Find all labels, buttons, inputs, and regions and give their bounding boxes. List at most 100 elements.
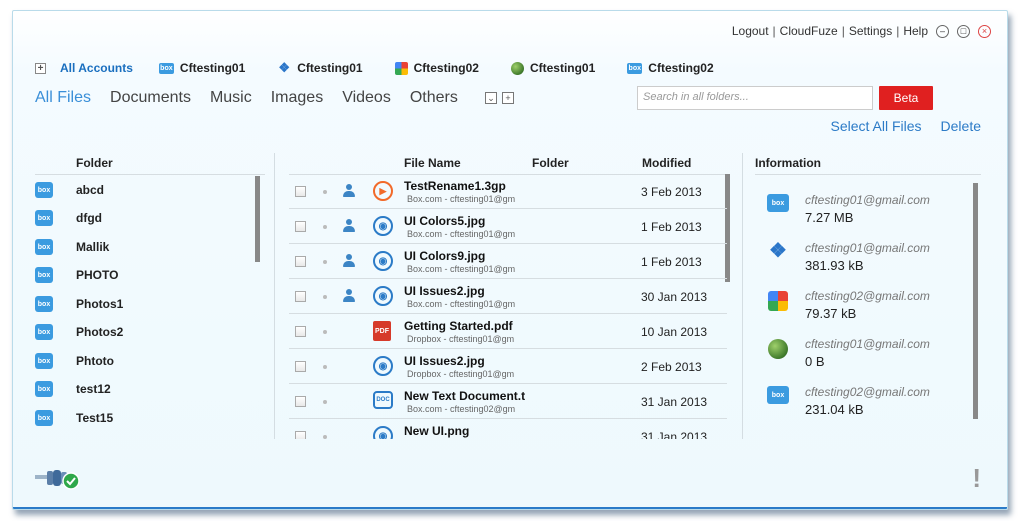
file-checkbox[interactable] xyxy=(295,256,306,267)
folder-item[interactable]: box Phtoto xyxy=(35,347,114,375)
file-row[interactable]: DOC New Text Document.t Box.com - cftest… xyxy=(289,384,727,419)
account-tab-globe[interactable]: Cftesting01 xyxy=(510,61,595,75)
folder-item[interactable]: box Photos2 xyxy=(35,318,123,346)
box-icon: box xyxy=(35,353,53,369)
file-row[interactable]: ◉ UI Issues2.jpg Box.com - cftesting01@g… xyxy=(289,279,727,314)
file-source: Box.com - cftesting01@gm xyxy=(407,264,516,274)
folder-name: Mallik xyxy=(76,240,110,254)
file-name: UI Issues2.jpg xyxy=(404,354,485,368)
status-dot-icon xyxy=(323,190,327,194)
file-row[interactable]: ◉ New UI.png 31 Jan 2013 xyxy=(289,419,727,439)
maximize-icon[interactable]: □ xyxy=(957,24,970,38)
account-tab-box[interactable]: box Cftesting01 xyxy=(158,61,246,75)
tab-documents[interactable]: Documents xyxy=(110,89,191,107)
folder-name: Test15 xyxy=(76,411,114,425)
file-row[interactable]: ◉ UI Colors5.jpg Box.com - cftesting01@g… xyxy=(289,209,727,244)
beta-button[interactable]: Beta xyxy=(879,86,933,110)
close-icon[interactable]: × xyxy=(978,24,991,38)
box-icon: box xyxy=(35,182,53,198)
account-tab-google-drive[interactable]: Cftesting02 xyxy=(394,61,479,75)
folder-item[interactable]: box abcd xyxy=(35,176,104,204)
select-all-files-link[interactable]: Select All Files xyxy=(830,118,921,134)
file-row[interactable]: ◉ UI Colors9.jpg Box.com - cftesting01@g… xyxy=(289,244,727,279)
chevron-down-icon[interactable]: ⌄ xyxy=(485,92,497,104)
media-file-icon: ▶ xyxy=(373,181,393,201)
status-dot-icon xyxy=(323,295,327,299)
account-name: Cftesting02 xyxy=(413,61,479,75)
tab-all-files[interactable]: All Files xyxy=(35,89,91,107)
account-name: Cftesting01 xyxy=(297,61,363,75)
add-tab-icon[interactable]: + xyxy=(502,92,514,104)
file-name: Getting Started.pdf xyxy=(404,319,513,333)
minimize-icon[interactable]: – xyxy=(936,24,949,38)
folder-name: Phtoto xyxy=(76,354,114,368)
alert-icon[interactable]: ! xyxy=(972,463,981,494)
modified-column-header[interactable]: Modified xyxy=(642,156,691,170)
account-name: Cftesting02 xyxy=(648,61,714,75)
folder-item[interactable]: box Mallik xyxy=(35,233,109,261)
account-tab-box-2[interactable]: box Cftesting02 xyxy=(627,61,714,75)
file-name: TestRename1.3gp xyxy=(404,179,506,193)
all-accounts-link[interactable]: All Accounts xyxy=(60,61,133,75)
file-row[interactable]: ◉ UI Issues2.jpg Dropbox - cftesting01@g… xyxy=(289,349,727,384)
tab-images[interactable]: Images xyxy=(271,89,323,107)
file-source: Box.com - cftesting01@gm xyxy=(407,229,516,239)
file-checkbox[interactable] xyxy=(295,396,306,407)
app-window: Logout | CloudFuze | Settings | Help – □… xyxy=(12,10,1008,510)
file-modified: 1 Feb 2013 xyxy=(641,220,702,234)
tab-videos[interactable]: Videos xyxy=(342,89,391,107)
folder-scrollbar[interactable] xyxy=(255,176,260,262)
logout-link[interactable]: Logout xyxy=(732,24,769,38)
accounts-bar: + All Accounts box Cftesting01 ❖ Cftesti… xyxy=(35,60,746,75)
status-dot-icon xyxy=(323,260,327,264)
image-file-icon: ◉ xyxy=(373,286,393,306)
tab-music[interactable]: Music xyxy=(210,89,252,107)
file-checkbox[interactable] xyxy=(295,326,306,337)
folder-item[interactable]: box PHOTO xyxy=(35,261,118,289)
sync-status-icon[interactable] xyxy=(33,466,85,492)
delete-link[interactable]: Delete xyxy=(941,118,981,134)
folder-item[interactable]: box dfgd xyxy=(35,204,102,232)
status-dot-icon xyxy=(323,435,327,439)
folder-column-header[interactable]: Folder xyxy=(532,156,569,170)
account-name: Cftesting01 xyxy=(179,61,246,75)
folder-name: dfgd xyxy=(76,211,102,225)
file-modified: 1 Feb 2013 xyxy=(641,255,702,269)
panel-divider xyxy=(274,153,275,439)
folder-name: Photos1 xyxy=(76,297,124,311)
tab-others[interactable]: Others xyxy=(410,89,458,107)
top-links: Logout | CloudFuze | Settings | Help – □… xyxy=(732,24,991,38)
shared-user-icon xyxy=(343,254,355,268)
settings-link[interactable]: Settings xyxy=(849,24,892,38)
folder-item[interactable]: box test12 xyxy=(35,375,111,403)
cloudfuze-link[interactable]: CloudFuze xyxy=(780,24,838,38)
folder-item[interactable]: box Photos1 xyxy=(35,290,123,318)
file-modified: 31 Jan 2013 xyxy=(641,395,708,409)
separator: | xyxy=(896,24,900,38)
file-source: Box.com - cftesting01@gm xyxy=(407,194,516,204)
expand-accounts-icon[interactable]: + xyxy=(35,62,46,74)
file-modified: 31 Jan 2013 xyxy=(641,430,708,439)
help-link[interactable]: Help xyxy=(903,24,928,38)
file-checkbox[interactable] xyxy=(295,291,306,302)
information-scrollbar[interactable] xyxy=(973,183,978,419)
account-storage-size: 231.04 kB xyxy=(805,402,864,417)
file-name: UI Issues2.jpg xyxy=(404,284,485,298)
box-icon: box xyxy=(627,62,643,74)
box-icon: box xyxy=(767,194,789,212)
file-checkbox[interactable] xyxy=(295,186,306,197)
folder-list: box abcd box dfgd box Mallik box PHOTO box Ph… xyxy=(35,176,253,434)
box-icon: box xyxy=(767,386,789,404)
file-name-header[interactable]: File Name xyxy=(404,156,461,170)
image-file-icon: ◉ xyxy=(373,426,393,439)
folder-item[interactable]: box Test15 xyxy=(35,404,113,432)
file-checkbox[interactable] xyxy=(295,361,306,372)
separator: | xyxy=(841,24,845,38)
file-checkbox[interactable] xyxy=(295,431,306,439)
file-row[interactable]: ▶ TestRename1.3gp Box.com - cftesting01@… xyxy=(289,174,727,209)
account-tab-dropbox[interactable]: ❖ Cftesting01 xyxy=(277,60,363,75)
file-row[interactable]: PDF Getting Started.pdf Dropbox - cftest… xyxy=(289,314,727,349)
search-input[interactable]: Search in all folders... xyxy=(637,86,873,110)
file-checkbox[interactable] xyxy=(295,221,306,232)
box-icon: box xyxy=(35,324,53,340)
